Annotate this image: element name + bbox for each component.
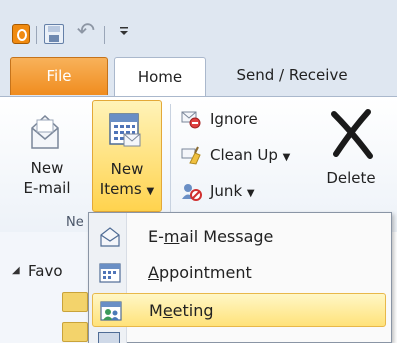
ribbon-group-separator: [170, 104, 171, 214]
menu-item-label: E-mail Message: [148, 227, 274, 246]
tab-file[interactable]: File: [10, 57, 108, 95]
menu-item-email-message[interactable]: E-mail Message: [92, 220, 386, 254]
ignore-icon: [181, 111, 201, 129]
ignore-label: Ignore: [210, 110, 258, 128]
new-email-icon: [31, 114, 59, 149]
clean-up-label: Clean Up ▼: [210, 146, 291, 164]
new-items-calendar-icon: [109, 113, 141, 147]
menu-item-label: Appointment: [148, 263, 252, 282]
collapse-arrow-icon[interactable]: ◢: [12, 265, 20, 276]
tab-send-receive[interactable]: Send / Receive: [218, 57, 366, 95]
delete-x-icon: [331, 109, 373, 159]
tab-home[interactable]: Home: [114, 57, 206, 98]
toolbar-separator: [104, 26, 105, 44]
clean-up-button[interactable]: Clean Up ▼: [180, 142, 320, 168]
new-email-label-1: New: [30, 159, 64, 177]
folder-icon[interactable]: [62, 292, 88, 312]
customize-dropdown-icon[interactable]: [114, 22, 134, 44]
new-items-label-2: Items ▼: [99, 180, 155, 198]
delete-label: Delete: [326, 169, 376, 187]
meeting-icon: [100, 301, 122, 321]
new-items-label-1: New: [110, 160, 144, 178]
menu-item-label: Meeting: [149, 301, 214, 320]
menu-item-partial-icon: [98, 332, 120, 343]
email-message-icon: [100, 227, 120, 247]
save-icon[interactable]: [44, 24, 64, 44]
folder-icon[interactable]: [62, 322, 88, 342]
new-email-label-2: E-mail: [23, 179, 71, 197]
ignore-button[interactable]: Ignore: [180, 106, 320, 132]
junk-label: Junk ▼: [210, 182, 255, 200]
menu-item-meeting[interactable]: Meeting: [92, 293, 386, 327]
undo-icon[interactable]: ↶: [74, 20, 98, 44]
delete-button[interactable]: Delete: [318, 104, 384, 208]
toolbar-separator: [36, 26, 37, 44]
junk-icon: [182, 184, 202, 201]
clean-up-icon: [181, 146, 201, 165]
favorites-label[interactable]: Favo: [28, 262, 63, 280]
appointment-icon: [99, 263, 121, 283]
menu-item-appointment[interactable]: Appointment: [92, 256, 386, 290]
office-logo-icon[interactable]: [12, 24, 30, 44]
junk-button[interactable]: Junk ▼: [180, 178, 320, 204]
